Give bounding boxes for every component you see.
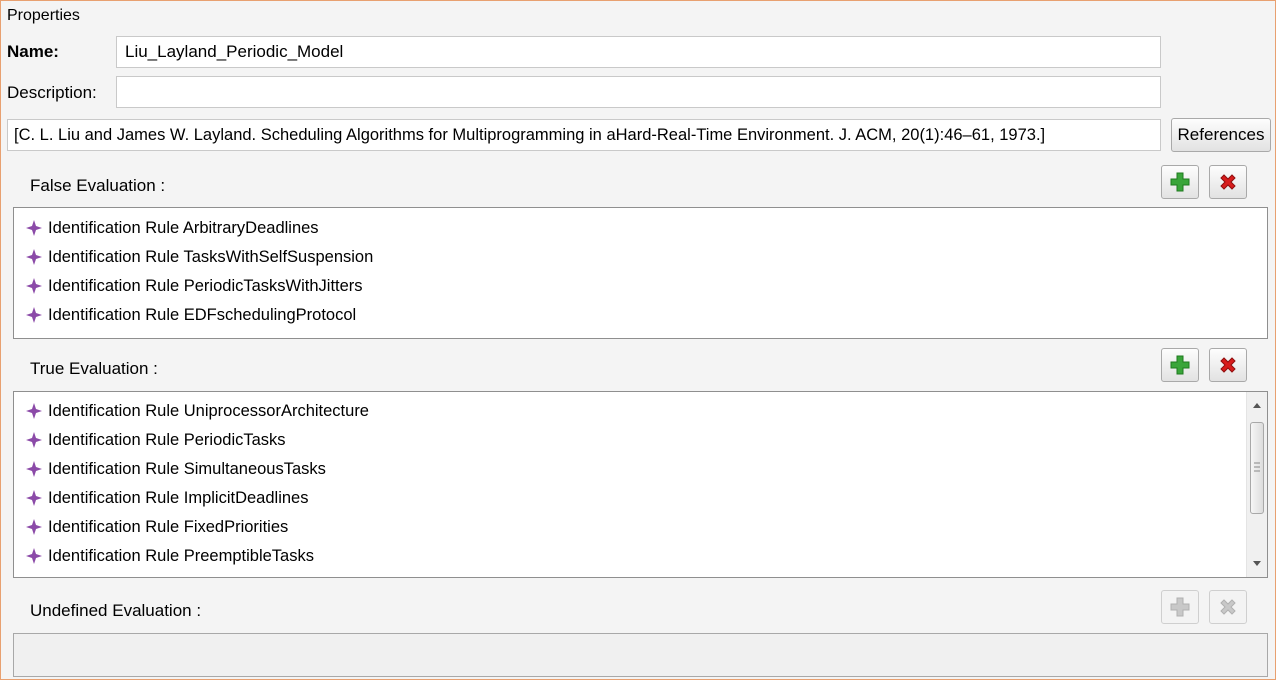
name-field[interactable]: Liu_Layland_Periodic_Model	[116, 36, 1161, 68]
vertical-scrollbar[interactable]	[1246, 392, 1267, 577]
rule-diamond-icon	[26, 307, 42, 323]
list-item-label: Identification Rule TasksWithSelfSuspens…	[48, 248, 374, 266]
references-button[interactable]: References	[1171, 118, 1271, 152]
list-item[interactable]: Identification Rule FixedPriorities	[24, 515, 288, 539]
list-item-label: Identification Rule PeriodicTasks	[48, 431, 286, 449]
true-evaluation-list[interactable]: Identification Rule UniprocessorArchitec…	[13, 391, 1268, 578]
false-evaluation-list[interactable]: Identification Rule ArbitraryDeadlines I…	[13, 207, 1268, 339]
rule-diamond-icon	[26, 403, 42, 419]
rule-diamond-icon	[26, 220, 42, 236]
reference-field[interactable]: [C. L. Liu and James W. Layland. Schedul…	[7, 119, 1161, 151]
true-evaluation-label: True Evaluation :	[30, 359, 158, 378]
plus-icon	[1170, 355, 1190, 375]
list-item-label: Identification Rule SimultaneousTasks	[48, 460, 326, 478]
list-item-label: Identification Rule FixedPriorities	[48, 518, 289, 536]
rule-diamond-icon	[26, 432, 42, 448]
description-label: Description:	[7, 83, 97, 102]
properties-panel: Properties Name: Liu_Layland_Periodic_Mo…	[0, 0, 1276, 680]
plus-icon	[1170, 172, 1190, 192]
list-item-label: Identification Rule ArbitraryDeadlines	[48, 219, 319, 237]
undefined-add-button[interactable]	[1161, 590, 1199, 624]
scroll-down-arrow-icon[interactable]	[1251, 559, 1263, 569]
plus-icon	[1170, 597, 1190, 617]
rule-diamond-icon	[26, 548, 42, 564]
list-item[interactable]: Identification Rule ArbitraryDeadlines	[24, 216, 319, 240]
list-item-label: Identification Rule EDFschedulingProtoco…	[48, 306, 357, 324]
scrollbar-thumb[interactable]	[1250, 422, 1264, 514]
list-item[interactable]: Identification Rule PeriodicTasks	[24, 428, 286, 452]
list-item[interactable]: Identification Rule SimultaneousTasks	[24, 457, 326, 481]
false-remove-button[interactable]	[1209, 165, 1247, 199]
false-add-button[interactable]	[1161, 165, 1199, 199]
list-item[interactable]: Identification Rule ImplicitDeadlines	[24, 486, 308, 510]
undefined-evaluation-list[interactable]	[13, 633, 1268, 677]
references-button-label: References	[1177, 125, 1265, 144]
undefined-remove-button[interactable]	[1209, 590, 1247, 624]
list-item[interactable]: Identification Rule PeriodicTasksWithJit…	[24, 274, 363, 298]
true-remove-button[interactable]	[1209, 348, 1247, 382]
panel-title: Properties	[7, 7, 80, 24]
rule-diamond-icon	[26, 278, 42, 294]
list-item-label: Identification Rule ImplicitDeadlines	[48, 489, 309, 507]
name-label: Name:	[7, 42, 59, 61]
undefined-evaluation-label: Undefined Evaluation :	[30, 601, 202, 620]
list-item[interactable]: Identification Rule EDFschedulingProtoco…	[24, 303, 356, 327]
rule-diamond-icon	[26, 461, 42, 477]
x-icon	[1220, 174, 1236, 190]
list-item-label: Identification Rule PeriodicTasksWithJit…	[48, 277, 363, 295]
rule-diamond-icon	[26, 490, 42, 506]
false-evaluation-label: False Evaluation :	[30, 176, 166, 195]
list-item[interactable]: Identification Rule TasksWithSelfSuspens…	[24, 245, 373, 269]
description-field[interactable]	[116, 76, 1161, 108]
list-item[interactable]: Identification Rule UniprocessorArchitec…	[24, 399, 369, 423]
x-icon	[1220, 599, 1236, 615]
x-icon	[1220, 357, 1236, 373]
list-item-label: Identification Rule PreemptibleTasks	[48, 547, 314, 565]
scroll-up-arrow-icon[interactable]	[1251, 400, 1263, 410]
list-item-label: Identification Rule UniprocessorArchitec…	[48, 402, 369, 420]
list-item[interactable]: Identification Rule PreemptibleTasks	[24, 544, 314, 568]
grip-icon	[1254, 462, 1260, 472]
true-add-button[interactable]	[1161, 348, 1199, 382]
rule-diamond-icon	[26, 249, 42, 265]
rule-diamond-icon	[26, 519, 42, 535]
